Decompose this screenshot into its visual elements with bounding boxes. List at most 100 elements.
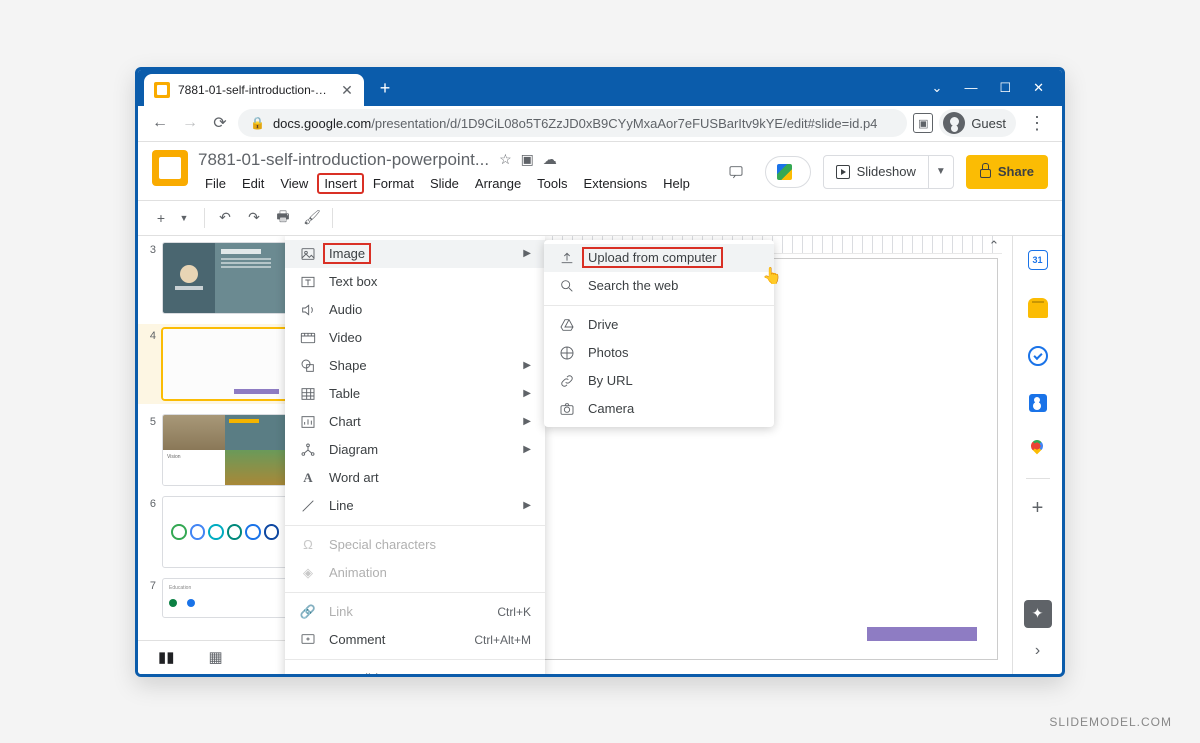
slides-logo-icon[interactable] [152, 150, 188, 186]
insert-audio-item[interactable]: Audio [285, 296, 545, 324]
thumb-number: 3 [148, 242, 162, 314]
comments-icon[interactable] [719, 155, 753, 189]
menu-edit[interactable]: Edit [235, 173, 271, 194]
slide-shape[interactable] [867, 627, 977, 641]
minimize-icon[interactable]: — [964, 80, 977, 95]
share-button[interactable]: Share [966, 155, 1048, 189]
search-icon [558, 277, 576, 295]
meet-button[interactable] [765, 156, 811, 188]
menu-file[interactable]: File [198, 173, 233, 194]
print-button[interactable]: 🖶 [270, 205, 296, 231]
camera-icon [558, 400, 576, 418]
hide-panel-icon[interactable]: › [1035, 642, 1040, 660]
chart-icon [299, 413, 317, 431]
redo-button[interactable]: ↷ [241, 205, 267, 231]
extensions-icon[interactable]: ▣ [913, 113, 933, 133]
upload-from-computer-item[interactable]: Upload from computer [544, 244, 774, 272]
insert-shape-item[interactable]: Shape▶ [285, 352, 545, 380]
menu-arrange[interactable]: Arrange [468, 173, 528, 194]
slideshow-button[interactable]: Slideshow ▼ [823, 155, 954, 189]
insert-line-item[interactable]: Line▶ [285, 492, 545, 520]
submenu-arrow-icon: ▶ [523, 360, 531, 371]
collapse-panel-icon[interactable]: ⌃ [984, 236, 1004, 256]
slide-thumbnails[interactable]: 3 4 5 Vision 6 7 Education [138, 236, 298, 674]
insert-video-item[interactable]: Video [285, 324, 545, 352]
insert-animation-item[interactable]: ◈Animation [285, 559, 545, 587]
byurl-item[interactable]: By URL [544, 367, 774, 395]
new-tab-button[interactable]: + [372, 75, 398, 101]
slide-thumbnail-6[interactable] [162, 496, 288, 568]
submenu-arrow-icon: ▶ [523, 444, 531, 455]
move-icon[interactable]: ▣ [521, 151, 534, 168]
slide-thumbnail-3[interactable] [162, 242, 288, 314]
drive-item[interactable]: Drive [544, 311, 774, 339]
insert-link-item[interactable]: 🔗LinkCtrl+K [285, 598, 545, 626]
calendar-icon[interactable]: 31 [1028, 250, 1048, 270]
insert-newslide-item[interactable]: +New slideCtrl+M [285, 665, 545, 674]
browser-menu-icon[interactable]: ⋮ [1022, 113, 1052, 134]
insert-table-item[interactable]: Table▶ [285, 380, 545, 408]
contacts-icon[interactable] [1029, 394, 1047, 412]
lock-icon: 🔒 [250, 116, 265, 130]
paint-format-button[interactable]: 🖌 [299, 205, 325, 231]
reload-button[interactable]: ⟳ [208, 111, 232, 135]
thumb-row[interactable]: 3 [148, 242, 288, 314]
maximize-icon[interactable]: ☐ [999, 80, 1011, 96]
menu-help[interactable]: Help [656, 173, 697, 194]
keep-icon[interactable] [1028, 298, 1048, 318]
search-web-item[interactable]: Search the web [544, 272, 774, 300]
new-slide-dropdown[interactable]: ▼ [171, 205, 197, 231]
slide-thumbnail-7[interactable]: Education [162, 578, 288, 618]
back-button[interactable]: ← [148, 111, 172, 135]
comment-icon [299, 631, 317, 649]
menu-slide[interactable]: Slide [423, 173, 466, 194]
thumb-row[interactable]: 7 Education [148, 578, 288, 618]
tab-close-icon[interactable]: ✕ [340, 83, 354, 97]
thumb-row[interactable]: 5 Vision [148, 414, 288, 486]
thumb-number: 6 [148, 496, 162, 568]
insert-wordart-item[interactable]: AWord art [285, 464, 545, 492]
filmstrip-view-icon[interactable]: ▮▮ [158, 648, 175, 666]
close-icon[interactable]: ✕ [1033, 80, 1044, 96]
insert-comment-item[interactable]: CommentCtrl+Alt+M [285, 626, 545, 654]
menu-label: Drive [588, 317, 618, 332]
image-submenu: Upload from computer Search the web Driv… [544, 240, 774, 427]
share-label: Share [998, 164, 1034, 179]
profile-button[interactable]: Guest [939, 109, 1016, 137]
star-icon[interactable]: ☆ [499, 151, 512, 168]
thumb-row[interactable]: 4 [138, 324, 298, 404]
photos-item[interactable]: Photos [544, 339, 774, 367]
menu-extensions[interactable]: Extensions [577, 173, 655, 194]
app-header: 7881-01-self-introduction-powerpoint... … [138, 142, 1062, 194]
menu-view[interactable]: View [273, 173, 315, 194]
grid-view-icon[interactable]: ▦ [209, 648, 223, 666]
url-input[interactable]: 🔒 docs.google.com/presentation/d/1D9CiL0… [238, 109, 907, 137]
insert-image-item[interactable]: Image ▶ [285, 240, 545, 268]
maps-icon[interactable] [1028, 440, 1048, 460]
slide-thumbnail-5[interactable]: Vision [162, 414, 288, 486]
document-title[interactable]: 7881-01-self-introduction-powerpoint... [198, 150, 489, 170]
slide-thumbnail-4[interactable] [162, 328, 288, 400]
menu-label: Table [329, 386, 360, 401]
explore-button[interactable]: ✦ [1024, 600, 1052, 628]
tasks-icon[interactable] [1028, 346, 1048, 366]
menu-insert[interactable]: Insert [317, 173, 364, 194]
video-icon [299, 329, 317, 347]
browser-tab[interactable]: 7881-01-self-introduction-power ✕ [144, 74, 364, 106]
menu-tools[interactable]: Tools [530, 173, 574, 194]
insert-diagram-item[interactable]: Diagram▶ [285, 436, 545, 464]
cloud-status-icon[interactable]: ☁ [543, 151, 557, 168]
menu-bar: File Edit View Insert Format Slide Arran… [198, 173, 719, 194]
thumb-row[interactable]: 6 [148, 496, 288, 568]
insert-textbox-item[interactable]: Text box [285, 268, 545, 296]
undo-button[interactable]: ↶ [212, 205, 238, 231]
forward-button[interactable]: → [178, 111, 202, 135]
camera-item[interactable]: Camera [544, 395, 774, 423]
chevron-down-icon[interactable]: ⌄ [932, 80, 943, 96]
insert-chart-item[interactable]: Chart▶ [285, 408, 545, 436]
slideshow-dropdown[interactable]: ▼ [929, 166, 953, 177]
menu-format[interactable]: Format [366, 173, 421, 194]
add-addon-icon[interactable]: + [1032, 497, 1044, 520]
link-icon: 🔗 [299, 603, 317, 621]
insert-special-item[interactable]: ΩSpecial characters [285, 531, 545, 559]
